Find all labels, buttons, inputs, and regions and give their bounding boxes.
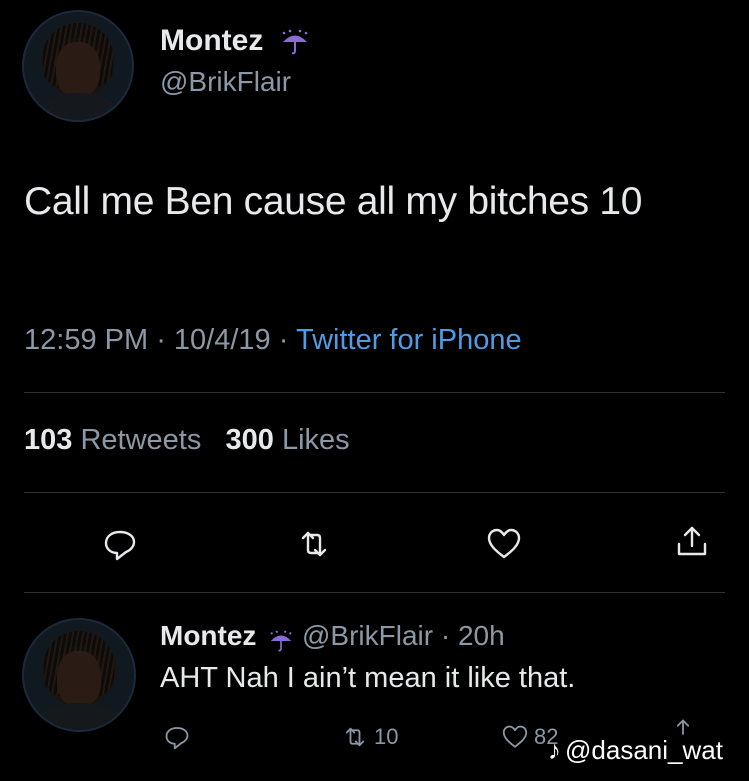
umbrella-rain-icon [280, 29, 310, 55]
tweet-time: 12:59 PM [24, 324, 149, 356]
reply-text: AHT Nah I ain’t mean it like that. [160, 662, 576, 694]
divider [24, 392, 725, 393]
reply-button[interactable] [98, 522, 142, 566]
like-icon [487, 528, 521, 559]
watermark-handle: @dasani_wat [565, 735, 723, 765]
reply-retweet-button[interactable]: 10 [340, 722, 398, 752]
umbrella-rain-icon [268, 627, 294, 651]
tweet-stats: 103 Retweets 300 Likes [24, 424, 350, 457]
reply-icon [104, 530, 136, 561]
reply-author-name[interactable]: Montez [160, 620, 256, 651]
author-avatar[interactable] [22, 10, 134, 122]
reply-retweet-count: 10 [374, 724, 399, 749]
author-handle[interactable]: @BrikFlair [160, 66, 291, 98]
author-name-row[interactable]: Montez [160, 24, 310, 58]
like-button[interactable] [482, 522, 526, 566]
retweet-button[interactable] [292, 522, 336, 566]
author-name[interactable]: Montez [160, 24, 263, 57]
meta-separator: · [433, 620, 458, 651]
likes-stat[interactable]: 300 Likes [226, 424, 350, 456]
like-icon [502, 725, 528, 748]
tweet-text: Call me Ben cause all my bitches 10 [24, 180, 643, 223]
reply-author-handle[interactable]: @BrikFlair [302, 620, 433, 651]
reply-icon [165, 727, 189, 750]
retweet-icon [301, 531, 327, 557]
divider [24, 492, 725, 493]
retweets-stat[interactable]: 103 Retweets [24, 424, 201, 456]
retweet-icon [345, 727, 365, 747]
share-button[interactable] [670, 520, 714, 564]
meta-separator: · [278, 324, 296, 356]
tweet-metadata: 12:59 PM · 10/4/19 · Twitter for iPhone [24, 324, 522, 357]
reply-header: Montez @BrikFlair · 20h [160, 620, 505, 652]
tweet-source-link[interactable]: Twitter for iPhone [296, 324, 522, 356]
tiktok-watermark: ♪ @dasani_wat [548, 735, 723, 766]
divider [24, 592, 725, 593]
share-icon [677, 526, 707, 556]
tiktok-logo-icon: ♪ [548, 735, 561, 765]
reply-reply-button[interactable] [162, 722, 192, 752]
reply-age: 20h [457, 620, 505, 651]
tweet-date: 10/4/19 [173, 324, 271, 356]
meta-separator: · [156, 324, 174, 356]
reply-author-avatar[interactable] [22, 618, 136, 732]
